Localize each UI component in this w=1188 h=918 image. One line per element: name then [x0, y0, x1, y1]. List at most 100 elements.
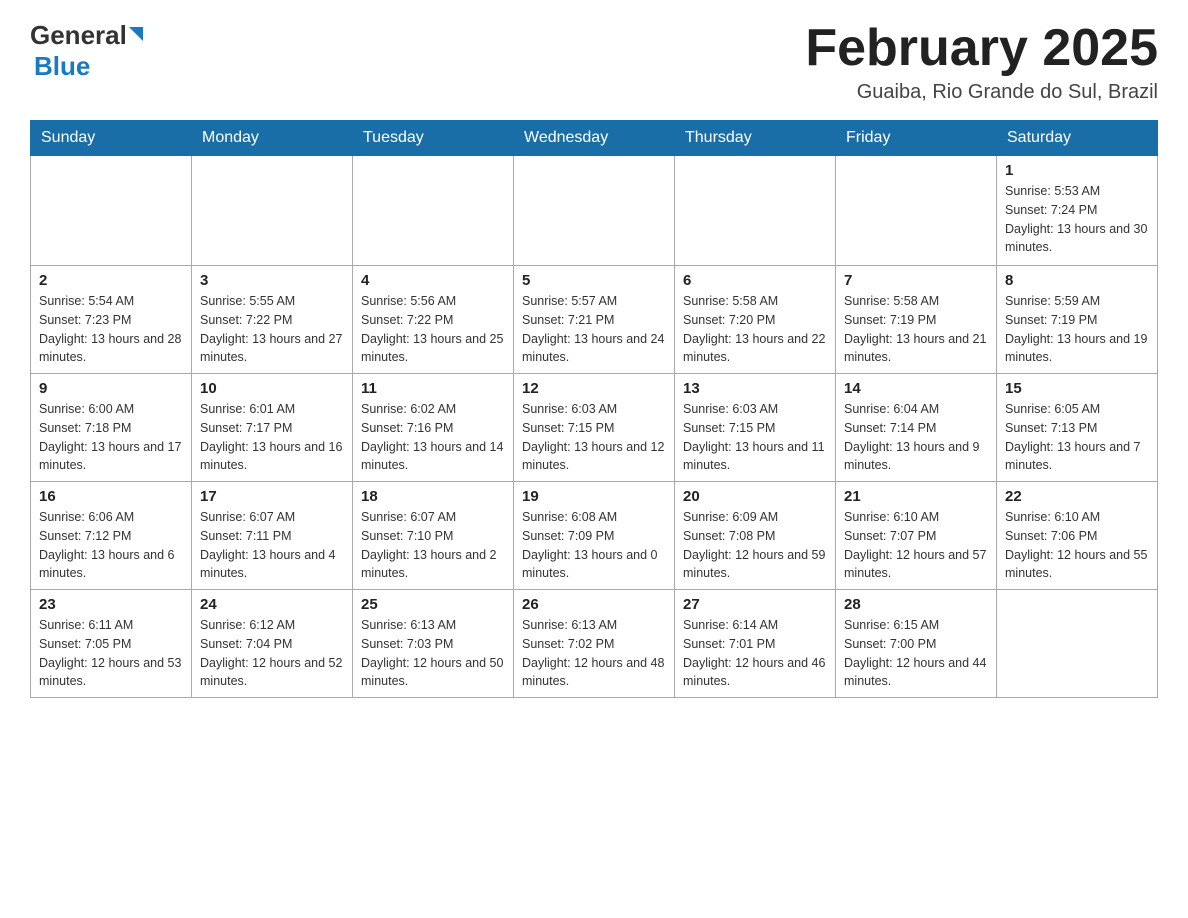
header-saturday: Saturday — [997, 121, 1158, 156]
day-number: 4 — [361, 272, 505, 289]
day-number: 17 — [200, 488, 344, 505]
day-number: 3 — [200, 272, 344, 289]
day-info: Sunrise: 6:05 AMSunset: 7:13 PMDaylight:… — [1005, 400, 1149, 475]
day-number: 6 — [683, 272, 827, 289]
day-info: Sunrise: 5:54 AMSunset: 7:23 PMDaylight:… — [39, 292, 183, 367]
calendar-day-cell: 11 Sunrise: 6:02 AMSunset: 7:16 PMDayligh… — [353, 374, 514, 482]
day-info: Sunrise: 5:56 AMSunset: 7:22 PMDaylight:… — [361, 292, 505, 367]
day-info: Sunrise: 5:55 AMSunset: 7:22 PMDaylight:… — [200, 292, 344, 367]
day-info: Sunrise: 6:14 AMSunset: 7:01 PMDaylight:… — [683, 616, 827, 691]
page-header: General Blue February 2025 Guaiba, Rio G… — [30, 20, 1158, 104]
day-number: 15 — [1005, 380, 1149, 397]
calendar-day-cell: 20 Sunrise: 6:09 AMSunset: 7:08 PMDayligh… — [675, 482, 836, 590]
day-info: Sunrise: 6:09 AMSunset: 7:08 PMDaylight:… — [683, 508, 827, 583]
logo-general-text: General — [30, 20, 127, 51]
month-title: February 2025 — [805, 20, 1158, 77]
header-wednesday: Wednesday — [514, 121, 675, 156]
logo: General Blue — [30, 20, 145, 82]
day-number: 11 — [361, 380, 505, 397]
calendar-day-cell: 7 Sunrise: 5:58 AMSunset: 7:19 PMDaylight… — [836, 266, 997, 374]
day-number: 14 — [844, 380, 988, 397]
week-row-3: 9 Sunrise: 6:00 AMSunset: 7:18 PMDaylight… — [31, 374, 1158, 482]
header-thursday: Thursday — [675, 121, 836, 156]
calendar-day-cell: 15 Sunrise: 6:05 AMSunset: 7:13 PMDayligh… — [997, 374, 1158, 482]
calendar-day-cell: 17 Sunrise: 6:07 AMSunset: 7:11 PMDayligh… — [192, 482, 353, 590]
day-info: Sunrise: 6:10 AMSunset: 7:06 PMDaylight:… — [1005, 508, 1149, 583]
week-row-4: 16Sunrise: 6:06 AMSunset: 7:12 PMDayligh… — [31, 482, 1158, 590]
calendar-day-cell: 19 Sunrise: 6:08 AMSunset: 7:09 PMDayligh… — [514, 482, 675, 590]
day-number: 5 — [522, 272, 666, 289]
calendar-day-cell: 27 Sunrise: 6:14 AMSunset: 7:01 PMDayligh… — [675, 590, 836, 698]
day-number: 26 — [522, 596, 666, 613]
week-row-5: 23 Sunrise: 6:11 AMSunset: 7:05 PMDayligh… — [31, 590, 1158, 698]
calendar-day-cell: 6 Sunrise: 5:58 AMSunset: 7:20 PMDaylight… — [675, 266, 836, 374]
day-info: Sunrise: 6:07 AMSunset: 7:11 PMDaylight:… — [200, 508, 344, 583]
title-block: February 2025 Guaiba, Rio Grande do Sul,… — [805, 20, 1158, 104]
day-number: 20 — [683, 488, 827, 505]
calendar-day-cell — [31, 156, 192, 266]
calendar-day-cell: 25 Sunrise: 6:13 AMSunset: 7:03 PMDayligh… — [353, 590, 514, 698]
header-monday: Monday — [192, 121, 353, 156]
day-info: Sunrise: 6:02 AMSunset: 7:16 PMDaylight:… — [361, 400, 505, 475]
calendar-day-cell: 28Sunrise: 6:15 AMSunset: 7:00 PMDayligh… — [836, 590, 997, 698]
day-info: Sunrise: 6:04 AMSunset: 7:14 PMDaylight:… — [844, 400, 988, 475]
day-info: Sunrise: 5:58 AMSunset: 7:19 PMDaylight:… — [844, 292, 988, 367]
day-info: Sunrise: 6:03 AMSunset: 7:15 PMDaylight:… — [522, 400, 666, 475]
week-row-2: 2 Sunrise: 5:54 AMSunset: 7:23 PMDaylight… — [31, 266, 1158, 374]
calendar-day-cell — [353, 156, 514, 266]
calendar-day-cell — [997, 590, 1158, 698]
day-number: 13 — [683, 380, 827, 397]
day-info: Sunrise: 6:03 AMSunset: 7:15 PMDaylight:… — [683, 400, 827, 475]
calendar-day-cell: 3 Sunrise: 5:55 AMSunset: 7:22 PMDaylight… — [192, 266, 353, 374]
calendar-day-cell: 16Sunrise: 6:06 AMSunset: 7:12 PMDayligh… — [31, 482, 192, 590]
day-number: 9 — [39, 380, 183, 397]
calendar-day-cell: 23 Sunrise: 6:11 AMSunset: 7:05 PMDayligh… — [31, 590, 192, 698]
day-info: Sunrise: 6:00 AMSunset: 7:18 PMDaylight:… — [39, 400, 183, 475]
logo-arrow-icon — [129, 27, 143, 41]
calendar-day-cell: 18 Sunrise: 6:07 AMSunset: 7:10 PMDayligh… — [353, 482, 514, 590]
calendar-day-cell: 9 Sunrise: 6:00 AMSunset: 7:18 PMDaylight… — [31, 374, 192, 482]
day-info: Sunrise: 6:01 AMSunset: 7:17 PMDaylight:… — [200, 400, 344, 475]
day-info: Sunrise: 6:13 AMSunset: 7:02 PMDaylight:… — [522, 616, 666, 691]
day-info: Sunrise: 6:10 AMSunset: 7:07 PMDaylight:… — [844, 508, 988, 583]
day-number: 8 — [1005, 272, 1149, 289]
calendar-header-row: SundayMondayTuesdayWednesdayThursdayFrid… — [31, 121, 1158, 156]
calendar-day-cell: 22Sunrise: 6:10 AMSunset: 7:06 PMDayligh… — [997, 482, 1158, 590]
day-number: 25 — [361, 596, 505, 613]
day-info: Sunrise: 6:06 AMSunset: 7:12 PMDaylight:… — [39, 508, 183, 583]
calendar-day-cell: 8 Sunrise: 5:59 AMSunset: 7:19 PMDaylight… — [997, 266, 1158, 374]
day-number: 18 — [361, 488, 505, 505]
calendar-day-cell: 10 Sunrise: 6:01 AMSunset: 7:17 PMDayligh… — [192, 374, 353, 482]
day-number: 27 — [683, 596, 827, 613]
day-number: 1 — [1005, 162, 1149, 179]
day-info: Sunrise: 6:11 AMSunset: 7:05 PMDaylight:… — [39, 616, 183, 691]
calendar-day-cell — [192, 156, 353, 266]
calendar-table: SundayMondayTuesdayWednesdayThursdayFrid… — [30, 120, 1158, 698]
day-info: Sunrise: 6:13 AMSunset: 7:03 PMDaylight:… — [361, 616, 505, 691]
day-info: Sunrise: 6:08 AMSunset: 7:09 PMDaylight:… — [522, 508, 666, 583]
calendar-day-cell: 26 Sunrise: 6:13 AMSunset: 7:02 PMDayligh… — [514, 590, 675, 698]
calendar-day-cell: 1 Sunrise: 5:53 AMSunset: 7:24 PMDaylight… — [997, 156, 1158, 266]
day-number: 24 — [200, 596, 344, 613]
calendar-day-cell: 2 Sunrise: 5:54 AMSunset: 7:23 PMDaylight… — [31, 266, 192, 374]
calendar-day-cell: 5 Sunrise: 5:57 AMSunset: 7:21 PMDaylight… — [514, 266, 675, 374]
header-sunday: Sunday — [31, 121, 192, 156]
calendar-day-cell — [675, 156, 836, 266]
day-number: 10 — [200, 380, 344, 397]
day-info: Sunrise: 5:59 AMSunset: 7:19 PMDaylight:… — [1005, 292, 1149, 367]
day-info: Sunrise: 6:07 AMSunset: 7:10 PMDaylight:… — [361, 508, 505, 583]
day-info: Sunrise: 6:15 AMSunset: 7:00 PMDaylight:… — [844, 616, 988, 691]
calendar-day-cell: 21Sunrise: 6:10 AMSunset: 7:07 PMDayligh… — [836, 482, 997, 590]
day-info: Sunrise: 5:58 AMSunset: 7:20 PMDaylight:… — [683, 292, 827, 367]
day-number: 19 — [522, 488, 666, 505]
day-info: Sunrise: 5:57 AMSunset: 7:21 PMDaylight:… — [522, 292, 666, 367]
day-number: 2 — [39, 272, 183, 289]
day-number: 12 — [522, 380, 666, 397]
calendar-day-cell: 13 Sunrise: 6:03 AMSunset: 7:15 PMDayligh… — [675, 374, 836, 482]
calendar-day-cell: 4 Sunrise: 5:56 AMSunset: 7:22 PMDaylight… — [353, 266, 514, 374]
calendar-day-cell: 12 Sunrise: 6:03 AMSunset: 7:15 PMDayligh… — [514, 374, 675, 482]
day-number: 23 — [39, 596, 183, 613]
day-info: Sunrise: 5:53 AMSunset: 7:24 PMDaylight:… — [1005, 182, 1149, 257]
day-info: Sunrise: 6:12 AMSunset: 7:04 PMDaylight:… — [200, 616, 344, 691]
day-number: 7 — [844, 272, 988, 289]
